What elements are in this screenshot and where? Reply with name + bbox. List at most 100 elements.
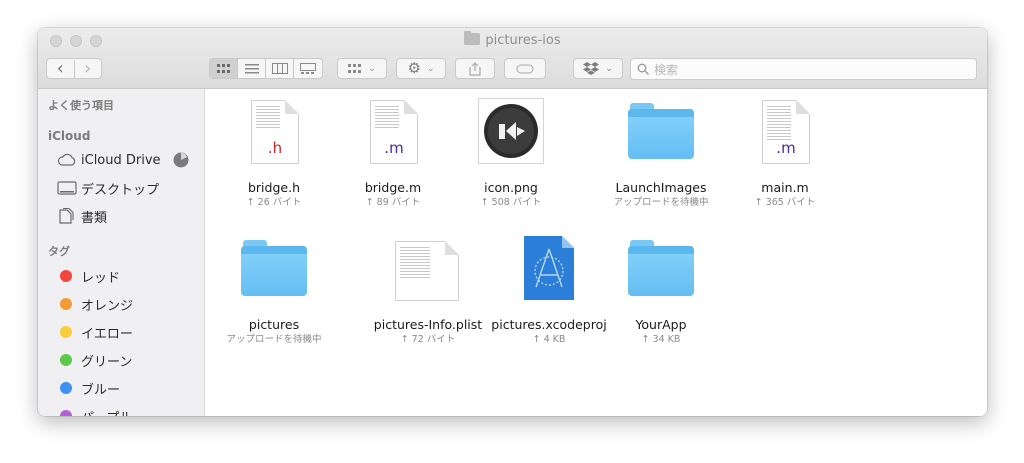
file-grid: .h bridge.h ↑ 26 バイト .m bridge.m ↑ 89 バイ…: [205, 89, 987, 416]
tag-red[interactable]: レッド: [57, 265, 120, 287]
file-name: pictures: [248, 317, 300, 332]
header-file-icon: .h: [239, 98, 309, 168]
file-item-bridge-h[interactable]: .h bridge.h ↑ 26 バイト: [213, 98, 335, 209]
tag-blue[interactable]: ブルー: [57, 377, 120, 399]
xcode-project-icon: [514, 235, 584, 305]
cloud-icon: [57, 153, 76, 166]
window-title-text: pictures-ios: [485, 33, 561, 48]
tag-label: レッド: [81, 270, 121, 286]
list-view-icon: [244, 63, 259, 73]
file-status: アップロードを待機中: [613, 197, 709, 208]
documents-icon: [59, 208, 74, 224]
toolbar: pictures-ios ‹ › ⌄ ⚙ ⌄ ⌄ 検索: [38, 28, 987, 89]
search-placeholder: 検索: [654, 62, 679, 77]
sidebar-item-desktop[interactable]: デスクトップ: [57, 177, 159, 199]
group-button[interactable]: ⌄: [337, 58, 387, 79]
tag-label: イエロー: [81, 326, 133, 342]
sidebar-item-label: 書類: [81, 210, 108, 226]
tag-green[interactable]: グリーン: [57, 349, 132, 371]
list-view-button[interactable]: [238, 59, 266, 78]
desktop-icon: [57, 181, 77, 195]
file-status: ↑ 508 バイト: [480, 197, 542, 208]
tag-label: ブルー: [81, 382, 121, 398]
tag-label: パープル: [81, 407, 132, 417]
file-item-bridge-m[interactable]: .m bridge.m ↑ 89 バイト: [332, 98, 454, 209]
file-item-launchimages[interactable]: LaunchImages アップロードを待機中: [600, 98, 722, 209]
share-icon: [469, 61, 481, 76]
gallery-view-button[interactable]: [294, 59, 322, 78]
back-button[interactable]: ‹: [47, 59, 75, 78]
sidebar-item-icloud-drive[interactable]: iCloud Drive: [57, 149, 197, 171]
file-name: icon.png: [484, 180, 538, 195]
source-file-icon: .m: [750, 98, 820, 168]
blue-dot-icon: [60, 382, 72, 394]
search-icon: [637, 63, 649, 75]
tags-header: タグ: [48, 245, 70, 258]
forward-button[interactable]: ›: [75, 59, 102, 78]
tag-label: グリーン: [81, 354, 133, 370]
folder-icon: [239, 235, 309, 305]
tag-purple[interactable]: パープル: [57, 405, 132, 416]
icloud-header: iCloud: [48, 129, 91, 143]
file-status: ↑ 72 バイト: [400, 334, 456, 345]
icon-view-icon: [216, 63, 230, 73]
file-item-main-m[interactable]: .m main.m ↑ 365 バイト: [724, 98, 846, 209]
file-status: ↑ 4 KB: [532, 334, 566, 345]
chevron-down-icon: ⌄: [605, 63, 613, 74]
sidebar-item-label: iCloud Drive: [81, 152, 161, 168]
file-status: ↑ 89 バイト: [365, 197, 421, 208]
file-name: main.m: [761, 180, 809, 195]
column-view-icon: [271, 63, 288, 74]
dropbox-icon: [583, 62, 600, 75]
file-status: ↑ 34 KB: [641, 334, 681, 345]
tag-icon: [516, 64, 534, 73]
file-status: ↑ 26 バイト: [246, 197, 302, 208]
tag-yellow[interactable]: イエロー: [57, 321, 133, 343]
sidebar: よく使う項目 iCloud iCloud Drive デスクトップ 書類 タグ …: [38, 89, 205, 416]
gallery-view-icon: [300, 63, 316, 74]
file-status: アップロードを待機中: [226, 334, 322, 345]
plist-file-icon: [393, 235, 463, 305]
tag-button[interactable]: [504, 58, 546, 79]
green-dot-icon: [60, 354, 72, 366]
group-icon: [348, 63, 362, 73]
window-title: pictures-ios: [38, 31, 987, 48]
image-thumbnail-icon: [476, 98, 546, 168]
progress-pie-icon: [173, 152, 189, 168]
file-item-info-plist[interactable]: pictures-Info.plist ↑ 72 バイト: [364, 235, 492, 346]
orange-dot-icon: [60, 298, 72, 310]
file-item-icon-png[interactable]: icon.png ↑ 508 バイト: [450, 98, 572, 209]
yellow-dot-icon: [60, 326, 72, 338]
gear-icon: ⚙: [407, 59, 421, 77]
share-button[interactable]: [455, 58, 495, 79]
search-field[interactable]: 検索: [630, 58, 977, 80]
folder-icon: [626, 98, 696, 168]
app-logo-icon: [484, 104, 538, 158]
file-name: pictures-Info.plist: [373, 317, 483, 332]
chevron-down-icon: ⌄: [368, 63, 376, 74]
folder-icon: [626, 235, 696, 305]
tag-orange[interactable]: オレンジ: [57, 293, 133, 315]
tag-label: オレンジ: [81, 298, 134, 314]
finder-window: pictures-ios ‹ › ⌄ ⚙ ⌄ ⌄ 検索 よく使う項目 iClou…: [38, 28, 987, 416]
column-view-button[interactable]: [266, 59, 294, 78]
nav-buttons: ‹ ›: [46, 58, 102, 79]
source-file-icon: .m: [358, 98, 428, 168]
action-button[interactable]: ⚙ ⌄: [396, 58, 446, 79]
file-name: YourApp: [635, 317, 687, 332]
file-name: bridge.h: [247, 180, 300, 195]
icon-view-button[interactable]: [210, 59, 238, 78]
file-name: pictures.xcodeproj: [491, 317, 607, 332]
view-mode-segment: [209, 58, 323, 79]
dropbox-button[interactable]: ⌄: [573, 58, 623, 79]
file-status: ↑ 365 バイト: [754, 197, 816, 208]
file-item-pictures[interactable]: pictures アップロードを待機中: [213, 235, 335, 346]
sidebar-item-label: デスクトップ: [81, 182, 160, 198]
sidebar-item-documents[interactable]: 書類: [57, 205, 107, 227]
file-item-xcodeproj[interactable]: pictures.xcodeproj ↑ 4 KB: [490, 235, 608, 346]
folder-icon: [464, 31, 481, 45]
file-item-yourapp[interactable]: YourApp ↑ 34 KB: [600, 235, 722, 346]
favorites-header: よく使う項目: [48, 99, 114, 112]
file-name: LaunchImages: [615, 180, 707, 195]
purple-dot-icon: [60, 410, 72, 416]
